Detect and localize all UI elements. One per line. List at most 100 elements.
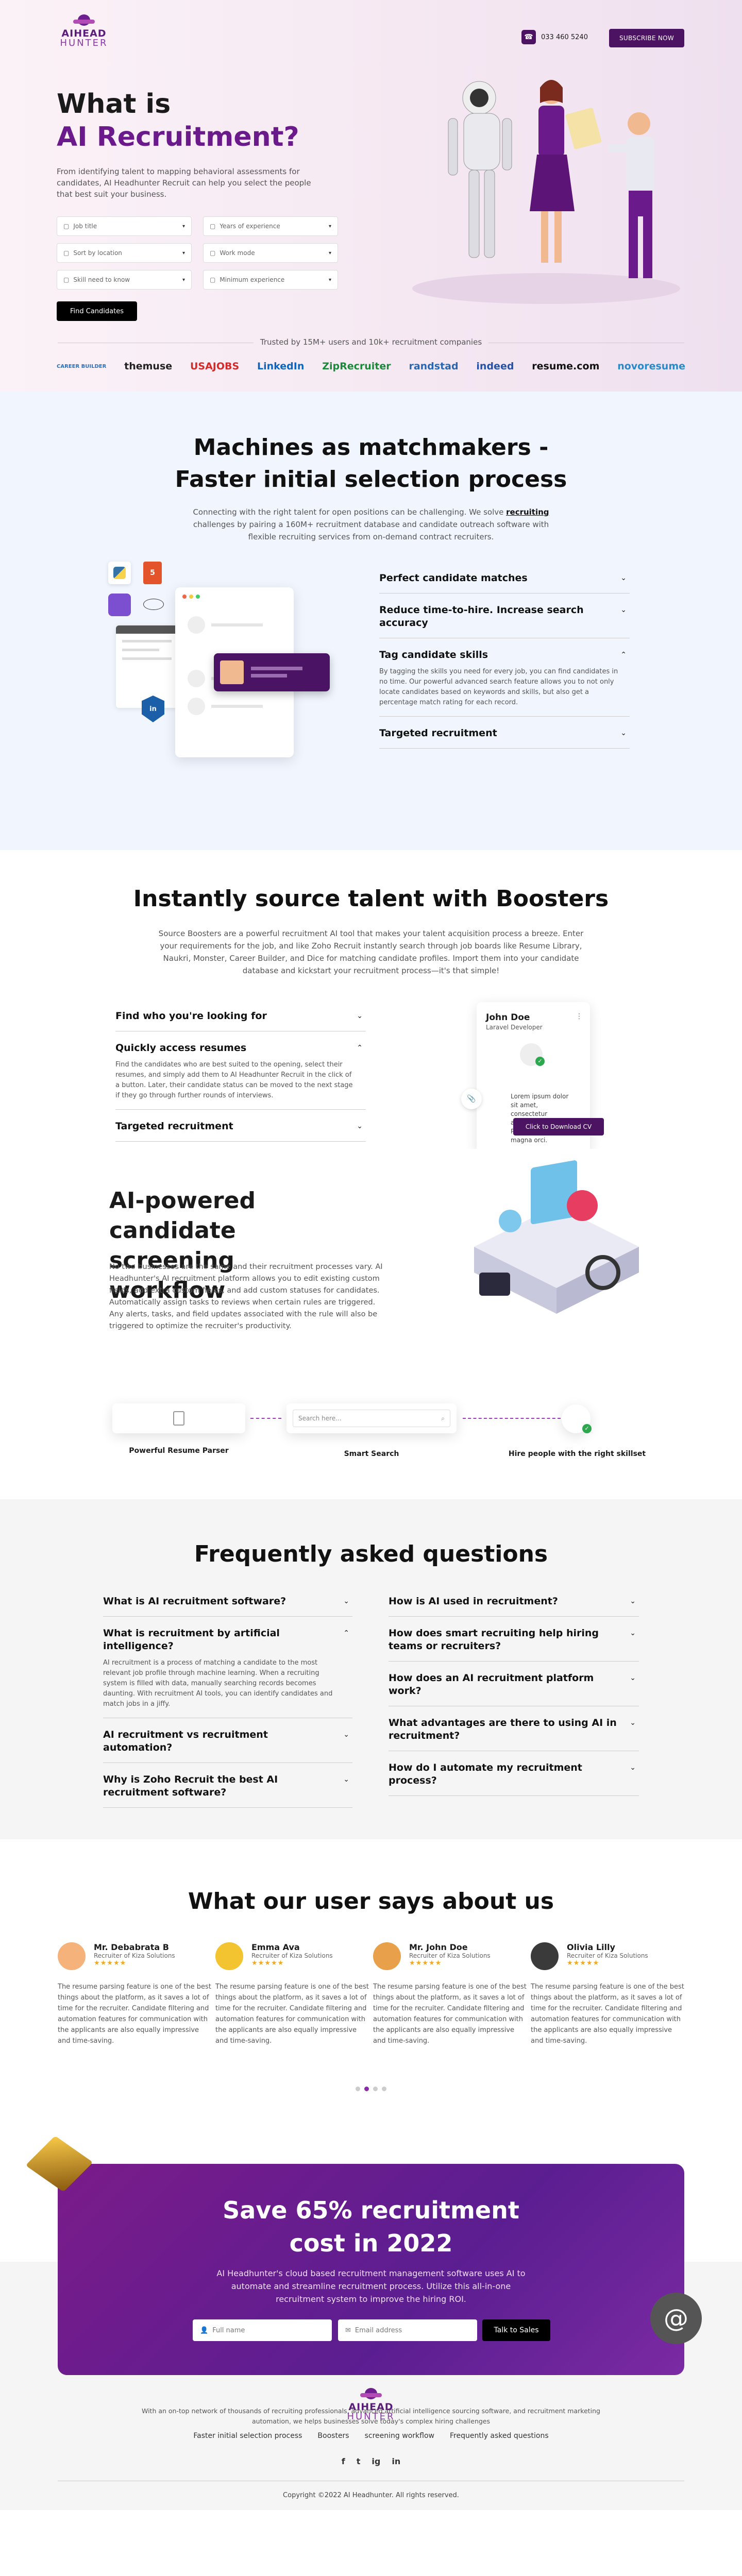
search-icon: ⌕: [441, 1414, 445, 1422]
accordion-item[interactable]: How is AI used in recruitment? ⌄: [389, 1585, 639, 1617]
footer-link[interactable]: Boosters: [317, 2432, 349, 2440]
accordion-item[interactable]: What is recruitment by artificial intell…: [103, 1617, 352, 1718]
avatar: [58, 1942, 86, 1970]
find-candidates-button[interactable]: Find Candidates: [57, 301, 137, 321]
search-input[interactable]: Search here... ⌕: [293, 1410, 450, 1427]
instagram-icon[interactable]: ig: [372, 2456, 380, 2466]
chevron-down-icon: ⌄: [357, 1122, 363, 1130]
testimonial-card: Olivia Lilly Recruiter of Kiza Solutions ★…: [531, 1942, 685, 2046]
floor-shadow: [412, 273, 680, 304]
code-card: [116, 625, 178, 708]
logo[interactable]: AIHEAD HUNTER: [56, 14, 112, 48]
filter-select[interactable]: ▢ Work mode ▾: [203, 243, 338, 263]
full-name-input[interactable]: 👤 Full name: [193, 2319, 332, 2341]
recruiting-link[interactable]: recruiting: [506, 507, 549, 517]
accordion-item[interactable]: What is AI recruitment software? ⌄: [103, 1585, 352, 1617]
accordion-title: Targeted recruitment: [379, 727, 497, 739]
company-logo: resume.com: [532, 361, 600, 372]
chevron-down-icon: ⌄: [630, 1719, 636, 1727]
faq-left-column: What is AI recruitment software? ⌄ What is…: [103, 1585, 352, 1808]
facebook-icon[interactable]: f: [342, 2456, 345, 2466]
linkedin-icon[interactable]: in: [392, 2456, 400, 2466]
accordion-item[interactable]: Why is Zoho Recruit the best AI recruitm…: [103, 1763, 352, 1808]
carousel-dot[interactable]: [356, 2087, 360, 2091]
hero-illustration: [412, 80, 680, 304]
copyright: Copyright ©2022 AI Headhunter. All right…: [58, 2481, 684, 2499]
cta-description: AI Headhunter's cloud based recruitment …: [216, 2268, 526, 2304]
chevron-down-icon: ⌄: [630, 1629, 636, 1637]
hero-description: From identifying talent to mapping behav…: [57, 167, 311, 199]
boosters-section: Instantly source talent with Boosters So…: [0, 850, 742, 1149]
download-cv-button[interactable]: Click to Download CV: [513, 1118, 604, 1136]
accordion-item[interactable]: How do I automate my recruitment process…: [389, 1751, 639, 1796]
matchmakers-section: Machines as matchmakers - Faster initial…: [0, 392, 742, 850]
filter-select[interactable]: ▢ Sort by location ▾: [57, 243, 192, 263]
accordion-item[interactable]: Tag candidate skills ⌃ By tagging the skil…: [379, 638, 630, 717]
filter-select[interactable]: ▢ Minimum experience ▾: [203, 270, 338, 290]
php-icon: [143, 599, 164, 610]
carousel-dot[interactable]: [373, 2087, 378, 2091]
chevron-down-icon: ⌄: [343, 1731, 349, 1739]
trusted-text: Trusted by 15M+ users and 10k+ recruitme…: [0, 337, 742, 347]
accordion-title: AI recruitment vs recruitment automation…: [103, 1729, 268, 1753]
profile-name: John Doe: [486, 1012, 530, 1023]
avatar: [215, 1942, 243, 1970]
star-rating: ★★★★★: [94, 1959, 127, 1967]
man-figure: [608, 112, 654, 278]
footer-link[interactable]: screening workflow: [365, 2432, 434, 2440]
company-logo: LinkedIn: [257, 361, 305, 372]
boosters-title: Instantly source talent with Boosters: [133, 886, 609, 912]
accordion-item[interactable]: How does smart recruiting help hiring te…: [389, 1617, 639, 1662]
filter-select[interactable]: ▢ Years of experience ▾: [203, 216, 338, 236]
briefcase-icon: ▢: [63, 223, 70, 230]
carousel-dot[interactable]: [364, 2087, 369, 2091]
chevron-down-icon: ⌄: [343, 1775, 349, 1784]
testimonial-card: Mr. Debabrata B Recruiter of Kiza Solutio…: [58, 1942, 212, 2046]
accordion-content: AI recruitment is a process of matching …: [103, 1659, 333, 1708]
matchmaker-illustration: 5 in: [108, 562, 335, 768]
carousel-dots: [0, 2087, 742, 2091]
accordion-item[interactable]: Perfect candidate matches ⌄: [379, 562, 630, 594]
accordion-title: What advantages are there to using AI in…: [389, 1717, 617, 1741]
footer-link[interactable]: Faster initial selection process: [193, 2432, 302, 2440]
filter-select[interactable]: ▢ Skill need to know ▾: [57, 270, 192, 290]
step-hire: Hire people with the right skillset: [508, 1450, 646, 1458]
robot-figure: [448, 81, 512, 258]
chevron-down-icon: ▾: [328, 250, 331, 256]
more-options-icon[interactable]: ⋮: [576, 1012, 583, 1021]
accordion-item[interactable]: How does an AI recruitment platform work…: [389, 1662, 639, 1706]
talk-to-sales-button[interactable]: Talk to Sales: [482, 2319, 550, 2341]
screening-section: AI-powered candidate screening workflow …: [0, 1149, 742, 1499]
accordion-item[interactable]: What advantages are there to using AI in…: [389, 1706, 639, 1751]
accordion-title: Tag candidate skills: [379, 649, 488, 660]
boosters-accordion: Find who you're looking for ⌄ Quickly acce…: [115, 999, 366, 1142]
twitter-icon[interactable]: t: [357, 2456, 361, 2466]
accordion-item[interactable]: Find who you're looking for ⌄: [115, 999, 366, 1031]
accordion-title: How does an AI recruitment platform work…: [389, 1672, 594, 1697]
footer-links: Faster initial selection process Boosters…: [0, 2432, 742, 2440]
accordion-item[interactable]: AI recruitment vs recruitment automation…: [103, 1718, 352, 1763]
company-logo: indeed: [476, 361, 514, 372]
phone-number: 033 460 5240: [541, 33, 588, 41]
footer-link[interactable]: Frequently asked questions: [450, 2432, 549, 2440]
logo-icon: [73, 14, 95, 28]
screening-illustration: [474, 1160, 639, 1314]
accordion-item[interactable]: Reduce time-to-hire. Increase search acc…: [379, 594, 630, 638]
avatar: [373, 1942, 401, 1970]
accordion-title: Targeted recruitment: [115, 1121, 233, 1132]
accordion-title: How is AI used in recruitment?: [389, 1596, 558, 1607]
accordion-title: Find who you're looking for: [115, 1010, 267, 1022]
chevron-down-icon: ⌄: [620, 729, 627, 737]
page-title: What is AI Recruitment?: [57, 89, 299, 152]
accordion-item[interactable]: Targeted recruitment ⌄: [115, 1110, 366, 1142]
carousel-dot[interactable]: [382, 2087, 386, 2091]
accordion-item[interactable]: Targeted recruitment ⌄: [379, 717, 630, 749]
accordion-item[interactable]: Quickly access resumes ⌃ Find the candidat…: [115, 1031, 366, 1110]
subscribe-button[interactable]: SUBSCRIBE NOW: [609, 29, 684, 47]
chevron-up-icon: ⌃: [620, 651, 627, 659]
accordion-title: Reduce time-to-hire. Increase search acc…: [379, 604, 584, 629]
company-logo: themuse: [124, 361, 173, 372]
phone-link[interactable]: ☎ 033 460 5240: [521, 30, 588, 44]
filter-select[interactable]: ▢ Job title ▾: [57, 216, 192, 236]
email-input[interactable]: ✉ Email address: [338, 2319, 477, 2341]
